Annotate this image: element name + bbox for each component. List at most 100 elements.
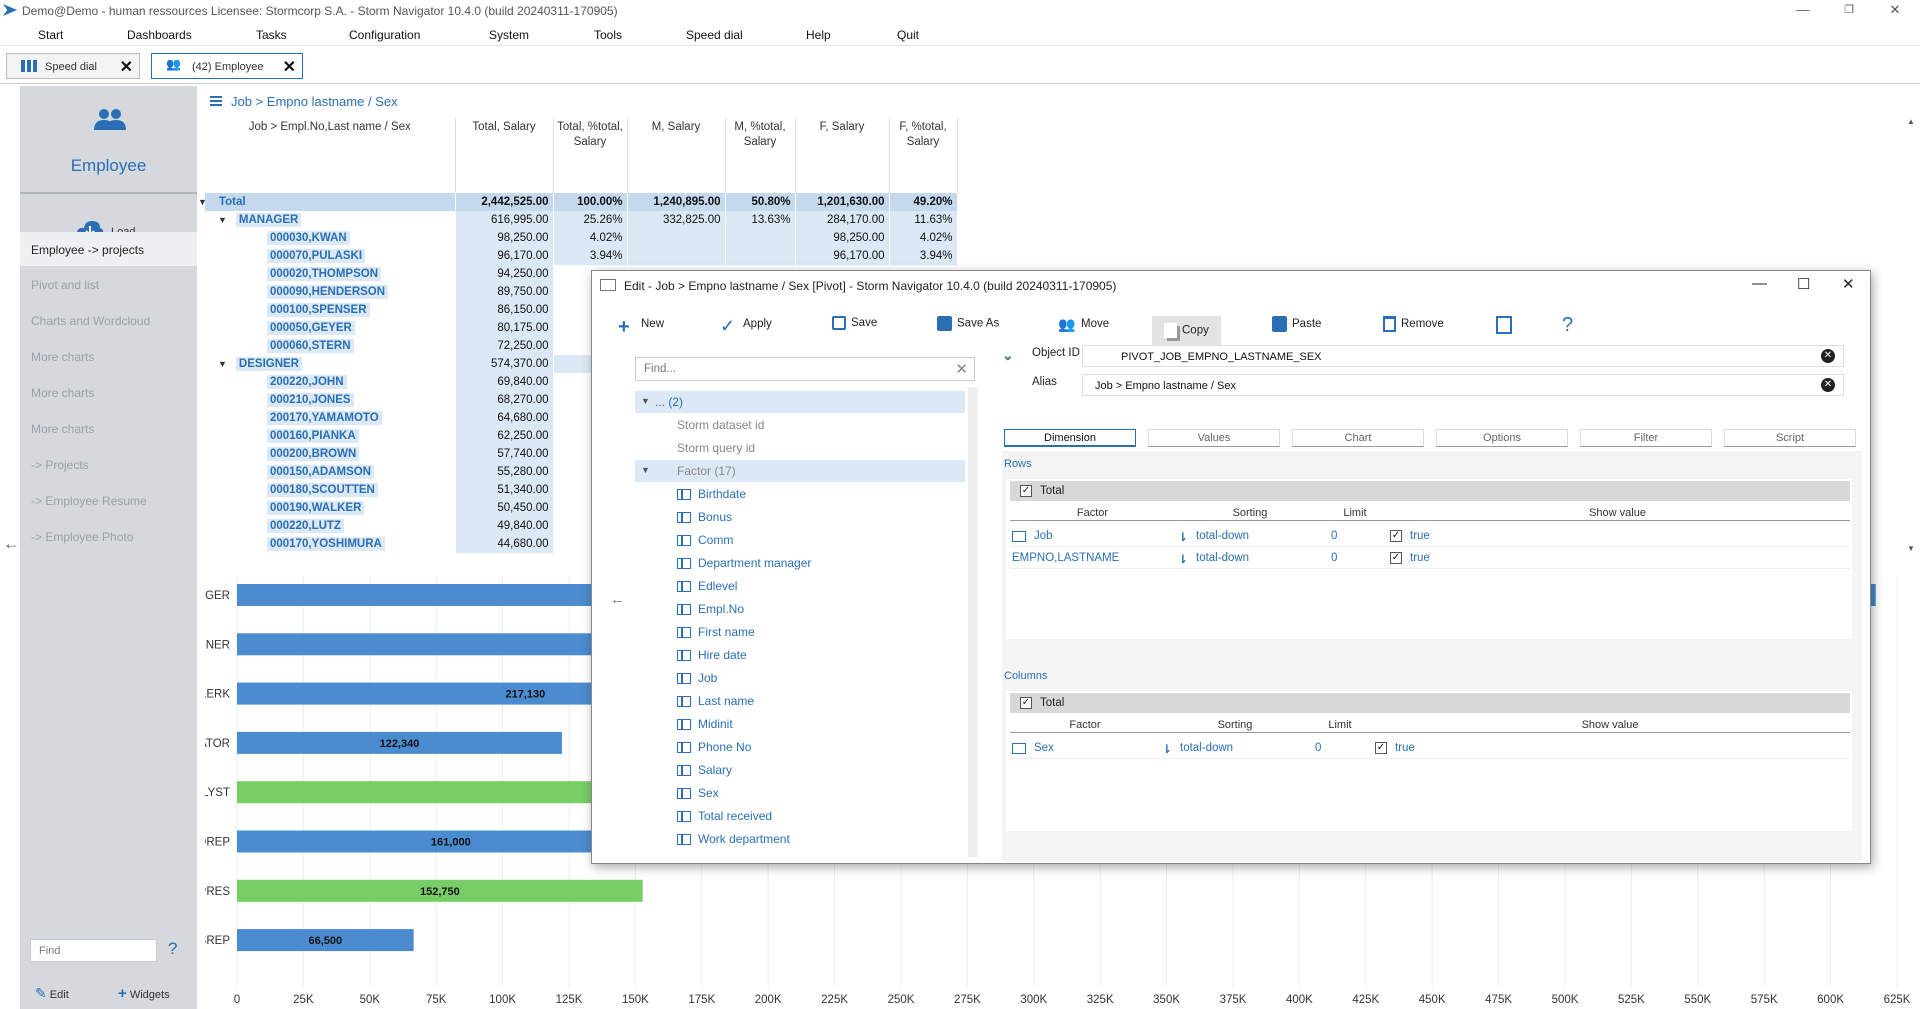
pivot-row[interactable]: 000070,PULASKI 96,170.00 3.94% 96,170.00 3.9… (205, 247, 958, 265)
tree-factor[interactable]: Work department (635, 828, 965, 850)
tree-factor-group[interactable]: ▼ Factor (17) (635, 460, 965, 482)
tree-find-input[interactable]: Find... ✕ (635, 357, 975, 381)
sidebar-item-more-charts[interactable]: More charts (20, 339, 197, 373)
tree-item[interactable]: Storm dataset id (635, 414, 965, 436)
total-checkbox[interactable]: ✓ (1020, 485, 1032, 497)
tab-chart[interactable]: Chart (1292, 429, 1424, 447)
collapse-triangle-icon[interactable]: ▼ (215, 358, 230, 370)
tree-factor[interactable]: Bonus (635, 506, 965, 528)
menu-tasks[interactable]: Tasks (256, 28, 287, 42)
tab-employee[interactable]: 👥 (42) Employee ✕ (151, 53, 303, 79)
tree-factor[interactable]: Total received (635, 805, 965, 827)
sidebar-item-employee-photo[interactable]: -> Employee Photo (20, 519, 197, 553)
rows-grid-row[interactable]: Job ⇂ total-down 0 ✓ true (1010, 525, 1850, 547)
pivot-row[interactable]: ▼ MANAGER 616,995.00 25.26% 332,825.00 13.63%… (205, 211, 958, 229)
tab-values[interactable]: Values (1148, 429, 1280, 447)
tree-factor[interactable]: First name (635, 621, 965, 643)
export-button[interactable] (1496, 316, 1517, 346)
sidebar-item-employee-projects[interactable]: Employee -> projects (20, 232, 197, 266)
tab-dimension[interactable]: Dimension (1004, 429, 1136, 447)
tree-root[interactable]: ▼ ... (2) (635, 391, 965, 413)
menu-help[interactable]: Help (806, 28, 831, 42)
total-checkbox[interactable]: ✓ (1020, 697, 1032, 709)
help-icon[interactable]: ? (168, 939, 177, 959)
close-icon[interactable]: ✕ (1872, 0, 1918, 22)
chevron-double-down-icon[interactable]: ⌄ (1002, 347, 1014, 364)
sidebar-item-projects[interactable]: -> Projects (20, 447, 197, 481)
tree-scrollbar[interactable] (968, 387, 978, 857)
tree-factor[interactable]: Midinit (635, 713, 965, 735)
tree-factor[interactable]: Hire date (635, 644, 965, 666)
pivot-header[interactable]: F, Salary (795, 118, 890, 193)
save-as-button[interactable]: Save As (937, 316, 999, 346)
collapse-triangle-icon[interactable]: ▼ (215, 214, 230, 226)
dialog-close-icon[interactable]: ✕ (1842, 275, 1855, 293)
expand-triangle-icon[interactable]: ▼ (641, 396, 650, 406)
pivot-header[interactable]: Total, %total, Salary (553, 118, 628, 193)
tree-factor[interactable]: Salary (635, 759, 965, 781)
tree-factor[interactable]: Birthdate (635, 483, 965, 505)
menu-tools[interactable]: Tools (594, 28, 622, 42)
pivot-row[interactable]: ▼ Total 2,442,525.00 100.00% 1,240,895.00 50.… (198, 193, 958, 211)
tree-item[interactable]: Storm query id (635, 437, 965, 459)
help-icon[interactable]: ? (1562, 314, 1573, 344)
menu-dashboards[interactable]: Dashboards (127, 28, 192, 42)
tab-close-icon[interactable]: ✕ (120, 57, 133, 77)
dialog-minimize-icon[interactable]: — (1752, 275, 1767, 292)
sidebar-item-charts-wordcloud[interactable]: Charts and Wordcloud (20, 303, 197, 337)
tree-factor[interactable]: Department manager (635, 552, 965, 574)
clear-icon[interactable]: ✕ (955, 360, 968, 378)
sidebar-item-more-charts[interactable]: More charts (20, 411, 197, 445)
pivot-row[interactable]: 000030,KWAN 98,250.00 4.02% 98,250.00 4.02% (205, 229, 958, 247)
show-value-checkbox[interactable]: ✓ (1390, 552, 1402, 564)
tab-close-icon[interactable]: ✕ (283, 57, 296, 77)
menu-icon[interactable] (210, 96, 222, 106)
clear-icon[interactable]: ✕ (1821, 349, 1835, 363)
expand-triangle-icon[interactable]: ▼ (641, 465, 650, 475)
sidebar-item-pivot-list[interactable]: Pivot and list (20, 267, 197, 301)
show-value-checkbox[interactable]: ✓ (1375, 742, 1387, 754)
clear-icon[interactable]: ✕ (1821, 378, 1835, 392)
copy-button[interactable]: Copy (1152, 316, 1221, 346)
edit-button[interactable]: ✎ Edit (35, 985, 69, 1002)
object-id-field[interactable]: PIVOT_JOB_EMPNO_LASTNAME_SEX ✕ (1082, 345, 1844, 367)
sidebar-item-employee-resume[interactable]: -> Employee Resume (20, 483, 197, 517)
collapse-triangle-icon[interactable]: ▼ (195, 196, 210, 208)
tree-factor[interactable]: Sex (635, 782, 965, 804)
tab-options[interactable]: Options (1436, 429, 1568, 447)
save-button[interactable]: Save (832, 316, 877, 346)
collapse-arrow-icon[interactable]: ← (610, 591, 625, 608)
remove-button[interactable]: Remove (1383, 316, 1444, 346)
menu-system[interactable]: System (489, 28, 529, 42)
tree-factor[interactable]: Edlevel (635, 575, 965, 597)
minimize-icon[interactable]: — (1780, 0, 1826, 22)
pivot-header[interactable]: M, %total, Salary (725, 118, 796, 193)
rows-grid-row[interactable]: EMPNO,LASTNAME ⇂ total-down 0 ✓ true (1010, 547, 1850, 569)
vertical-scrollbar[interactable]: ▲ ▼ (1905, 117, 1919, 554)
pivot-header[interactable]: M, Salary (627, 118, 726, 193)
pivot-header[interactable]: Job > Empl.No,Last name / Sex (205, 118, 456, 193)
menu-start[interactable]: Start (38, 28, 63, 42)
alias-field[interactable]: Job > Empno lastname / Sex ✕ (1082, 374, 1844, 396)
pivot-header[interactable]: Total, Salary (455, 118, 554, 193)
columns-grid-row[interactable]: Sex ⇂ total-down 0 ✓ true (1010, 737, 1850, 759)
new-button[interactable]: + New (618, 316, 664, 346)
tree-factor[interactable]: Empl.No (635, 598, 965, 620)
sidebar-find-input[interactable]: Find (30, 939, 157, 962)
tab-filter[interactable]: Filter (1580, 429, 1712, 447)
apply-button[interactable]: ✓ Apply (720, 316, 772, 346)
menu-configuration[interactable]: Configuration (349, 28, 420, 42)
widgets-button[interactable]: + Widgets (118, 985, 170, 1002)
tab-script[interactable]: Script (1724, 429, 1856, 447)
tree-factor[interactable]: Phone No (635, 736, 965, 758)
tab-speed-dial[interactable]: Speed dial ✕ (6, 53, 140, 79)
dialog-maximize-icon[interactable]: ☐ (1797, 275, 1810, 293)
pivot-header[interactable]: F, %total, Salary (889, 118, 958, 193)
show-value-checkbox[interactable]: ✓ (1390, 530, 1402, 542)
restore-icon[interactable]: ❐ (1826, 0, 1872, 22)
sidebar-item-more-charts[interactable]: More charts (20, 375, 197, 409)
tree-factor[interactable]: Comm (635, 529, 965, 551)
tree-factor[interactable]: Job (635, 667, 965, 689)
tree-factor[interactable]: Last name (635, 690, 965, 712)
move-button[interactable]: 👥 Move (1058, 316, 1109, 346)
